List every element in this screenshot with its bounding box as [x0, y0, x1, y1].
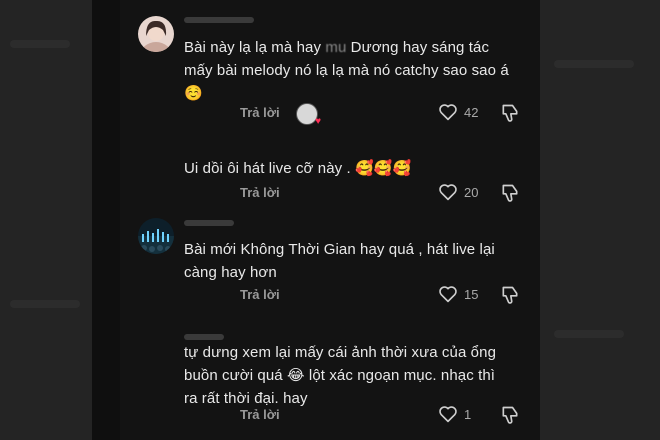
like-button[interactable]: 20 — [438, 183, 478, 201]
avatar[interactable] — [138, 218, 174, 254]
dislike-button[interactable] — [500, 405, 520, 430]
comment-text: Bài này lạ lạ mà hay mu Dương hay sáng t… — [184, 39, 509, 102]
reply-button[interactable]: Trả lời — [240, 185, 280, 200]
username-redacted[interactable] — [184, 334, 224, 340]
heart-icon: ♥ — [315, 116, 321, 127]
like-button[interactable]: 15 — [438, 285, 478, 303]
like-button[interactable]: 1 — [438, 405, 471, 423]
thumbs-down-icon — [502, 406, 518, 424]
background-left-panel — [0, 0, 92, 440]
username-redacted[interactable] — [184, 17, 254, 23]
comment-text: Bài mới Không Thời Gian hay quá , hát li… — [184, 241, 495, 281]
background-right-panel — [534, 0, 660, 440]
heart-outline-icon — [439, 406, 457, 423]
like-count: 42 — [464, 104, 479, 120]
thumbs-down-icon — [502, 286, 518, 304]
comment-text: tự dưng xem lại mấy cái ảnh thời xưa của… — [184, 344, 497, 407]
heart-outline-icon — [439, 184, 457, 201]
like-count: 20 — [464, 184, 479, 200]
like-count: 1 — [464, 406, 472, 422]
heart-outline-icon — [439, 104, 457, 121]
like-count: 15 — [464, 286, 479, 302]
thumbs-down-icon — [502, 184, 518, 202]
avatar[interactable] — [138, 16, 174, 52]
emoji: ☺️ — [184, 85, 203, 102]
dislike-button[interactable] — [500, 103, 520, 128]
reply-button[interactable]: Trả lời — [240, 287, 280, 302]
like-button[interactable]: 42 — [438, 103, 478, 121]
creator-liked-avatar-icon: ♥ — [296, 103, 321, 127]
reply-button[interactable]: Trả lời — [240, 407, 280, 422]
username-redacted[interactable] — [184, 220, 234, 226]
comment-text: Ui dồi ôi hát live cỡ này . 🥰🥰🥰 — [184, 160, 412, 177]
dislike-button[interactable] — [500, 285, 520, 310]
dislike-button[interactable] — [500, 183, 520, 208]
comments-panel: Bài này lạ lạ mà hay mu Dương hay sáng t… — [120, 0, 540, 440]
reply-button[interactable]: Trả lời — [240, 105, 280, 120]
heart-outline-icon — [439, 286, 457, 303]
thumbs-down-icon — [502, 104, 518, 122]
